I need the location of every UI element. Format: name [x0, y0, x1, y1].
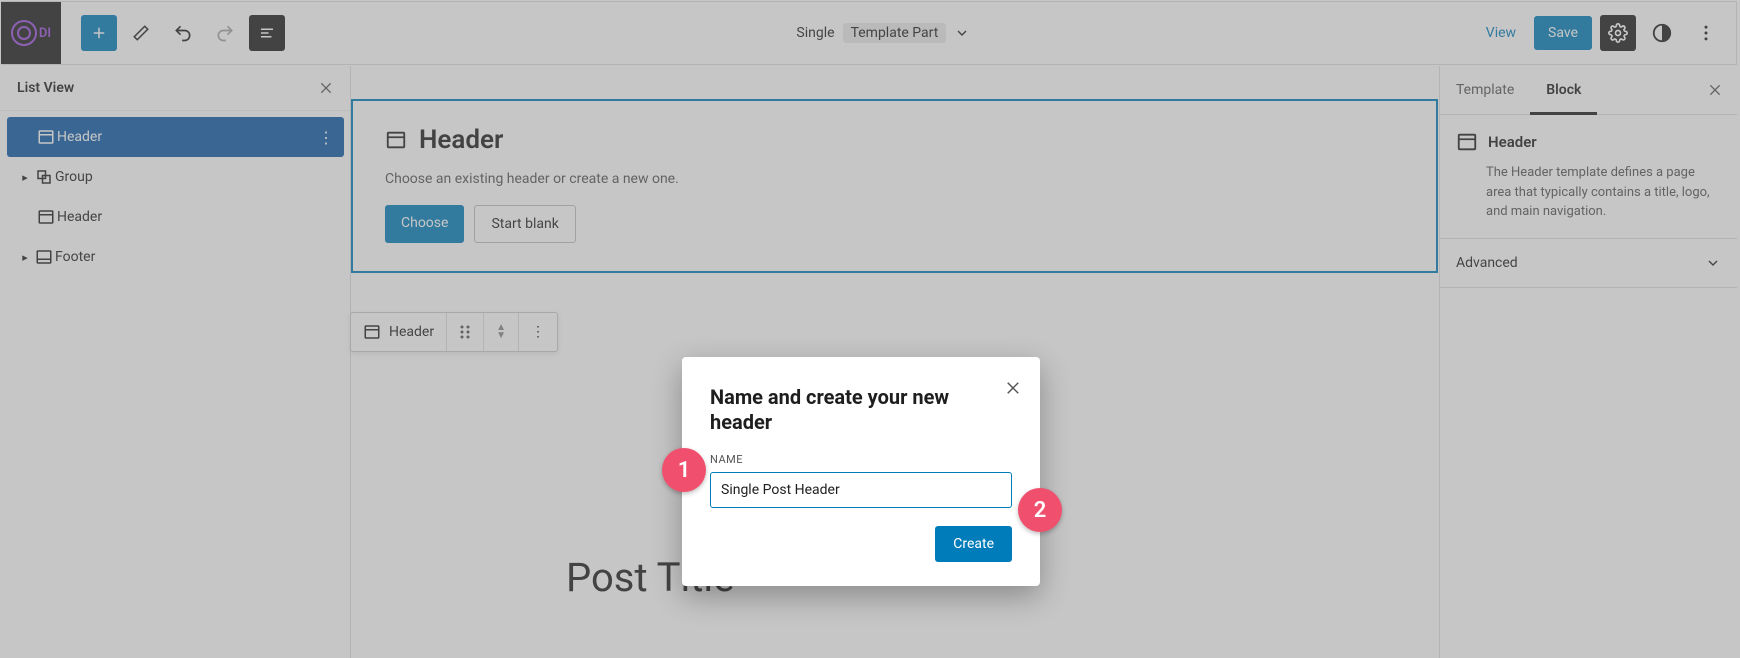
- modal-title: Name and create your new header: [710, 385, 1012, 435]
- modal-close-button[interactable]: [1004, 379, 1022, 397]
- modal-name-input[interactable]: [710, 472, 1012, 508]
- callout-badge-2: 2: [1018, 488, 1062, 532]
- modal-create-button[interactable]: Create: [935, 526, 1012, 562]
- create-header-modal: Name and create your new header NAME Cre…: [682, 357, 1040, 586]
- callout-badge-1: 1: [662, 448, 706, 492]
- modal-name-label: NAME: [710, 453, 1012, 466]
